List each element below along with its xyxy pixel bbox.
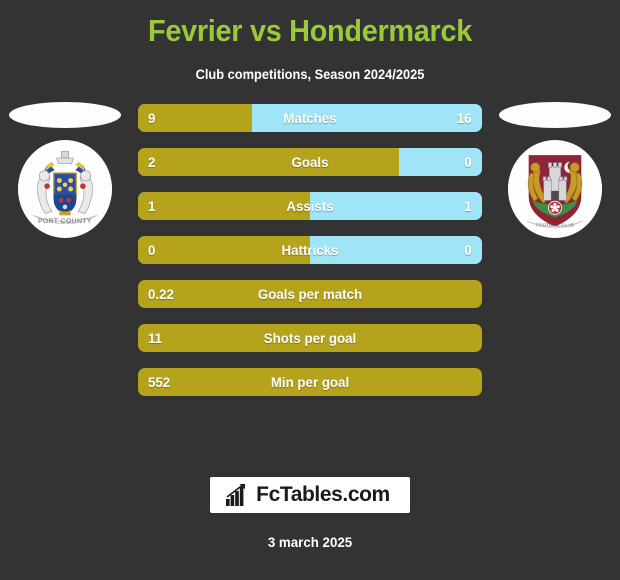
stat-label: Goals [291,154,329,170]
away-player-photo [499,102,611,128]
stat-bars: 9 Matches 16 2 Goals 0 1 Assists 1 0 Hat… [138,104,482,412]
generated-date: 3 march 2025 [267,534,353,550]
stat-label: Shots per goal [263,330,357,346]
stat-row-assists: 1 Assists 1 [138,192,482,220]
stat-row-goals-per-match: 0.22 Goals per match [138,280,482,308]
stat-row-shots-per-goal: 11 Shots per goal [138,324,482,352]
stat-label: Min per goal [270,374,350,390]
stat-label: Hattricks [281,242,339,258]
stat-row-matches: 9 Matches 16 [138,104,482,132]
stat-label: Assists [286,198,334,214]
home-player-column: PORT COUNTY [0,102,130,302]
page-footer: FcTables.com 3 march 2025 [0,477,620,580]
bar-chart-arrow-icon [226,484,249,506]
stat-away-value: 1 [464,198,472,214]
stat-away-value: 0 [464,242,472,258]
comparison-area: PORT COUNTY FOOTBALL CLUB 9 Matches 16 2… [0,102,620,432]
stat-away-value: 0 [464,154,472,170]
svg-text:FOOTBALL CLUB: FOOTBALL CLUB [536,223,574,228]
page-title: Fevrier vs Hondermarck [148,13,472,48]
home-team-crest: PORT COUNTY [18,140,112,238]
fctables-logo-text: FcTables.com [256,483,390,506]
away-team-crest: FOOTBALL CLUB [508,140,602,238]
page-subtitle: Club competitions, Season 2024/2025 [195,67,425,82]
away-player-column: FOOTBALL CLUB [490,102,620,302]
stat-away-value: 16 [457,110,472,126]
fctables-logo[interactable]: FcTables.com [210,477,410,513]
stat-row-goals: 2 Goals 0 [138,148,482,176]
page-header: Fevrier vs Hondermarck Club competitions… [0,0,620,84]
stat-row-min-per-goal: 552 Min per goal [138,368,482,396]
home-player-photo [9,102,121,128]
stat-label: Matches [283,110,337,126]
stat-row-hattricks: 0 Hattricks 0 [138,236,482,264]
stat-label: Goals per match [257,286,363,302]
svg-text:PORT COUNTY: PORT COUNTY [38,218,92,225]
